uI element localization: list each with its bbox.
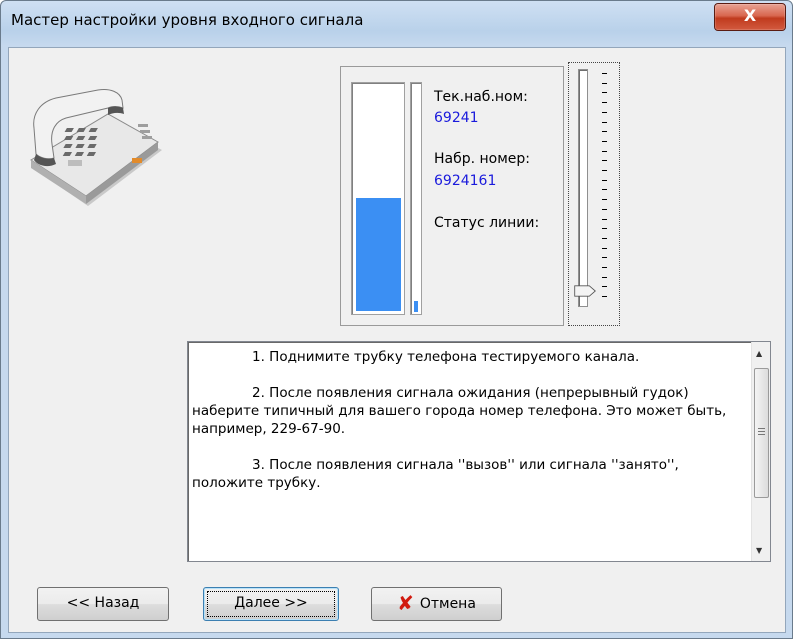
slider-tick (602, 111, 607, 113)
scrollbar-grip (758, 431, 765, 432)
slider-tick (602, 170, 607, 171)
cancel-button-label: Отмена (419, 596, 476, 612)
scroll-up-arrow-icon[interactable]: ▲ (756, 349, 762, 358)
dialed-number-value: 6924161 (434, 173, 497, 189)
signal-meter-panel: Тек.наб.ном: 69241 Набр. номер: 6924161 … (340, 66, 564, 326)
scrollbar-grip (758, 428, 765, 429)
back-button[interactable]: << Назад (37, 587, 169, 621)
client-area: Тек.наб.ном: 69241 Набр. номер: 6924161 … (8, 47, 786, 633)
input-level-fill (356, 198, 401, 311)
instructions-textbox[interactable]: 1. Поднимите трубку телефона тестируемог… (187, 341, 771, 562)
slider-tick (602, 199, 607, 201)
slider-tick (602, 247, 607, 249)
slider-tick (602, 82, 607, 84)
close-button[interactable]: X (714, 3, 786, 31)
scrollbar-thumb[interactable] (754, 368, 769, 498)
slider-tick (602, 160, 607, 162)
instruction-step-1: 1. Поднимите трубку телефона тестируемог… (252, 349, 640, 365)
aux-level-fill (414, 301, 418, 312)
wizard-window: Мастер настройки уровня входного сигнала… (0, 0, 793, 639)
scroll-down-arrow-icon[interactable]: ▼ (756, 546, 762, 555)
slider-tick (602, 286, 607, 288)
slider-tick (602, 218, 607, 220)
slider-tick (602, 257, 607, 259)
window-title: Мастер настройки уровня входного сигнала (11, 11, 364, 29)
aux-level-meter (410, 82, 422, 315)
current-number-value: 69241 (434, 110, 479, 126)
slider-tick (602, 131, 607, 133)
cancel-button[interactable]: ✘ Отмена (371, 587, 502, 621)
line-status-label: Статус линии: (434, 215, 540, 231)
slider-tick (602, 73, 607, 74)
vertical-scrollbar[interactable]: ▲ ▼ (751, 342, 770, 561)
focus-ring (207, 591, 335, 617)
slider-thumb[interactable] (573, 285, 597, 297)
current-number-label: Тек.наб.ном: (434, 89, 528, 105)
slider-tick (602, 102, 607, 104)
red-x-icon: ✘ (397, 591, 414, 615)
instructions-text: 1. Поднимите трубку телефона тестируемог… (192, 348, 744, 510)
instruction-step-3: 3. После появления сигнала ''вызов'' или… (192, 457, 679, 491)
slider-tick (602, 208, 607, 210)
dialed-number-label: Набр. номер: (434, 151, 531, 167)
instruction-step-2: 2. После появления сигнала ожидания (неп… (192, 385, 727, 437)
slider-tick (602, 237, 607, 239)
next-button[interactable]: Далее >> (203, 587, 339, 621)
slider-tick (602, 92, 607, 94)
slider-tick (602, 150, 607, 152)
scrollbar-grip (758, 434, 765, 435)
slider-tick (602, 267, 607, 268)
slider-track (578, 69, 588, 307)
title-bar: Мастер настройки уровня входного сигнала… (1, 1, 792, 47)
slider-tick (602, 140, 607, 142)
slider-tick (602, 276, 607, 278)
input-level-meter (351, 82, 405, 315)
slider-tick (602, 179, 607, 181)
slider-tick (602, 228, 607, 230)
telephone-icon (28, 88, 163, 208)
slider-tick (602, 121, 607, 123)
slider-tick (602, 189, 607, 191)
slider-tick (602, 296, 607, 298)
level-slider[interactable] (568, 62, 620, 326)
